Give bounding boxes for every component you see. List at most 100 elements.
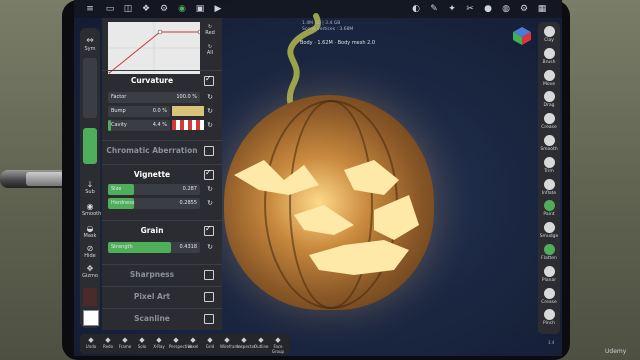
tool-crease-button[interactable]: Crease — [538, 287, 560, 305]
tool-radius-slider[interactable] — [83, 58, 97, 118]
reset-icon[interactable]: ↻ — [206, 107, 214, 115]
undo-button[interactable]: ◆ Undo — [84, 336, 98, 349]
tool-brush-button[interactable]: Brush — [538, 47, 560, 65]
gizmo-label: Gizmo — [82, 273, 98, 279]
tool-drag-button[interactable]: Drag — [538, 91, 560, 108]
inspector-button[interactable]: ◆ Inspector — [237, 336, 256, 349]
curve-graph[interactable] — [108, 22, 200, 74]
scene-icon[interactable]: ◫ — [122, 3, 134, 15]
smooth-button[interactable]: ◉ Smooth — [82, 202, 101, 217]
tool-label: Move — [542, 81, 556, 87]
tool-move-button[interactable]: Move — [538, 69, 560, 87]
perspective-button[interactable]: ◆ Perspective — [169, 336, 192, 349]
curvature-checkbox[interactable] — [204, 74, 214, 86]
tool-planar-button[interactable]: Planar — [538, 265, 560, 283]
primary-color-swatch[interactable] — [83, 310, 99, 326]
chromatic-section: Chromatic Aberration — [102, 140, 222, 161]
tool-inflate-button[interactable]: Inflate — [538, 178, 560, 196]
reset-icon[interactable]: ↻ — [206, 93, 214, 101]
pen-icon[interactable]: ✎ — [428, 3, 440, 15]
color-icon[interactable]: ● — [482, 3, 494, 15]
vignette-title: Vignette — [133, 170, 171, 179]
crease-icon — [543, 287, 555, 299]
grid-icon[interactable]: ▦ — [536, 3, 548, 15]
tool-label: Pinch — [542, 321, 556, 327]
tool-paint-button[interactable]: Paint — [538, 200, 560, 217]
stroke-icon[interactable]: ✦ — [446, 3, 458, 15]
frame-button[interactable]: ◆ Frame — [118, 336, 132, 349]
toolbar-label: X-Ray — [153, 344, 165, 349]
reset-icon[interactable]: ↻ — [206, 121, 214, 129]
voxel-icon: ◆ — [190, 336, 196, 344]
tool-icon[interactable]: ✂ — [464, 3, 476, 15]
subdivide-label: Sub — [85, 189, 95, 195]
cavity-color-swatch[interactable] — [172, 120, 204, 130]
tool-trim-button[interactable]: Trim — [538, 156, 560, 174]
symmetry-button[interactable]: ⇔ Sym — [82, 36, 98, 52]
smooth-icon — [543, 135, 555, 146]
outline-button[interactable]: ◆ Outline — [254, 336, 268, 349]
grid-button[interactable]: ◆ Grid — [203, 336, 217, 349]
flatten-icon — [543, 244, 555, 255]
brush-settings-icon[interactable]: ◐ — [410, 3, 422, 15]
grain-strength-slider[interactable]: Strength 0.4318 — [108, 242, 200, 253]
image-icon[interactable]: ▣ — [194, 3, 206, 15]
reset-icon[interactable]: ↻ — [206, 243, 214, 251]
curvature-cavity-slider[interactable]: Cavity 4.4 % — [108, 120, 170, 131]
pixelart-checkbox[interactable] — [204, 292, 214, 302]
mask-label: Mask — [83, 233, 97, 239]
settings-icon[interactable]: ⚙ — [158, 3, 170, 15]
reset-icon[interactable]: ↻ — [206, 185, 214, 193]
curve-channel-all[interactable]: ↻ All — [203, 44, 217, 56]
secondary-color-swatch[interactable] — [83, 288, 97, 306]
scene-vertices: Scene vertices : 3.68M — [302, 27, 354, 32]
redo-button[interactable]: ◆ Redo — [101, 336, 115, 349]
toolbar-label: Grid — [205, 344, 215, 349]
hide-button[interactable]: ⊘ Hide — [82, 244, 98, 259]
redo-icon: ◆ — [105, 336, 111, 344]
wireframe-button[interactable]: ◆ Wireframe — [220, 336, 241, 349]
menu-icon[interactable]: ≡ — [84, 3, 96, 15]
x-ray-button[interactable]: ◆ X-Ray — [152, 336, 166, 349]
bump-color-swatch[interactable] — [172, 106, 204, 116]
voxel-button[interactable]: ◆ Voxel — [186, 336, 200, 349]
scanline-checkbox[interactable] — [204, 314, 214, 324]
subdivide-button[interactable]: ↓ Sub — [82, 180, 98, 195]
material-icon[interactable]: ◍ — [500, 3, 512, 15]
tool-label: Crease — [541, 299, 557, 305]
render-icon[interactable]: ◉ — [176, 3, 188, 15]
solo-button[interactable]: ◆ Solo — [135, 336, 149, 349]
brush-icon — [543, 47, 555, 59]
chromatic-checkbox[interactable] — [204, 146, 214, 156]
layers-icon[interactable]: ❖ — [140, 3, 152, 15]
vignette-checkbox[interactable] — [204, 168, 214, 180]
tool-smudge-button[interactable]: Smudge — [538, 222, 560, 239]
reset-icon[interactable]: ↻ — [206, 199, 214, 207]
face-group-button[interactable]: ◆ Face Group — [271, 336, 285, 354]
curve-channel-red[interactable]: ↻ Red — [203, 24, 217, 36]
curvature-section: Curvature — [102, 70, 222, 91]
mask-button[interactable]: ◒ Mask — [82, 224, 98, 239]
hide-label: Hide — [84, 253, 96, 259]
drag-icon — [543, 91, 555, 103]
toolbar-label: Face Group — [271, 344, 285, 354]
pumpkin-face — [234, 160, 419, 275]
tool-intensity-slider[interactable] — [83, 128, 97, 164]
vignette-hardness-slider[interactable]: Hardness 0.2855 — [108, 198, 200, 209]
curvature-factor-slider[interactable]: Factor 100.0 % — [108, 92, 200, 103]
tool-crease-button[interactable]: Crease — [538, 113, 560, 130]
view-cube[interactable] — [512, 26, 532, 46]
video-icon[interactable]: ▶ — [212, 3, 224, 15]
vignette-size-slider[interactable]: Size 0.287 — [108, 184, 200, 195]
tool-smooth-button[interactable]: Smooth — [538, 135, 560, 152]
file-icon[interactable]: ▭ — [104, 3, 116, 15]
grain-checkbox[interactable] — [204, 224, 214, 236]
tool-flatten-button[interactable]: Flatten — [538, 244, 560, 261]
sharpness-checkbox[interactable] — [204, 270, 214, 280]
curvature-bump-slider[interactable]: Bump 0.0 % — [108, 106, 170, 117]
tool-clay-button[interactable]: Clay — [538, 26, 560, 43]
tool-pinch-button[interactable]: Pinch — [538, 309, 560, 326]
gear-icon[interactable]: ⚙ — [518, 3, 530, 15]
trim-icon — [543, 156, 555, 168]
gizmo-button[interactable]: ✥ Gizmo — [82, 264, 98, 279]
